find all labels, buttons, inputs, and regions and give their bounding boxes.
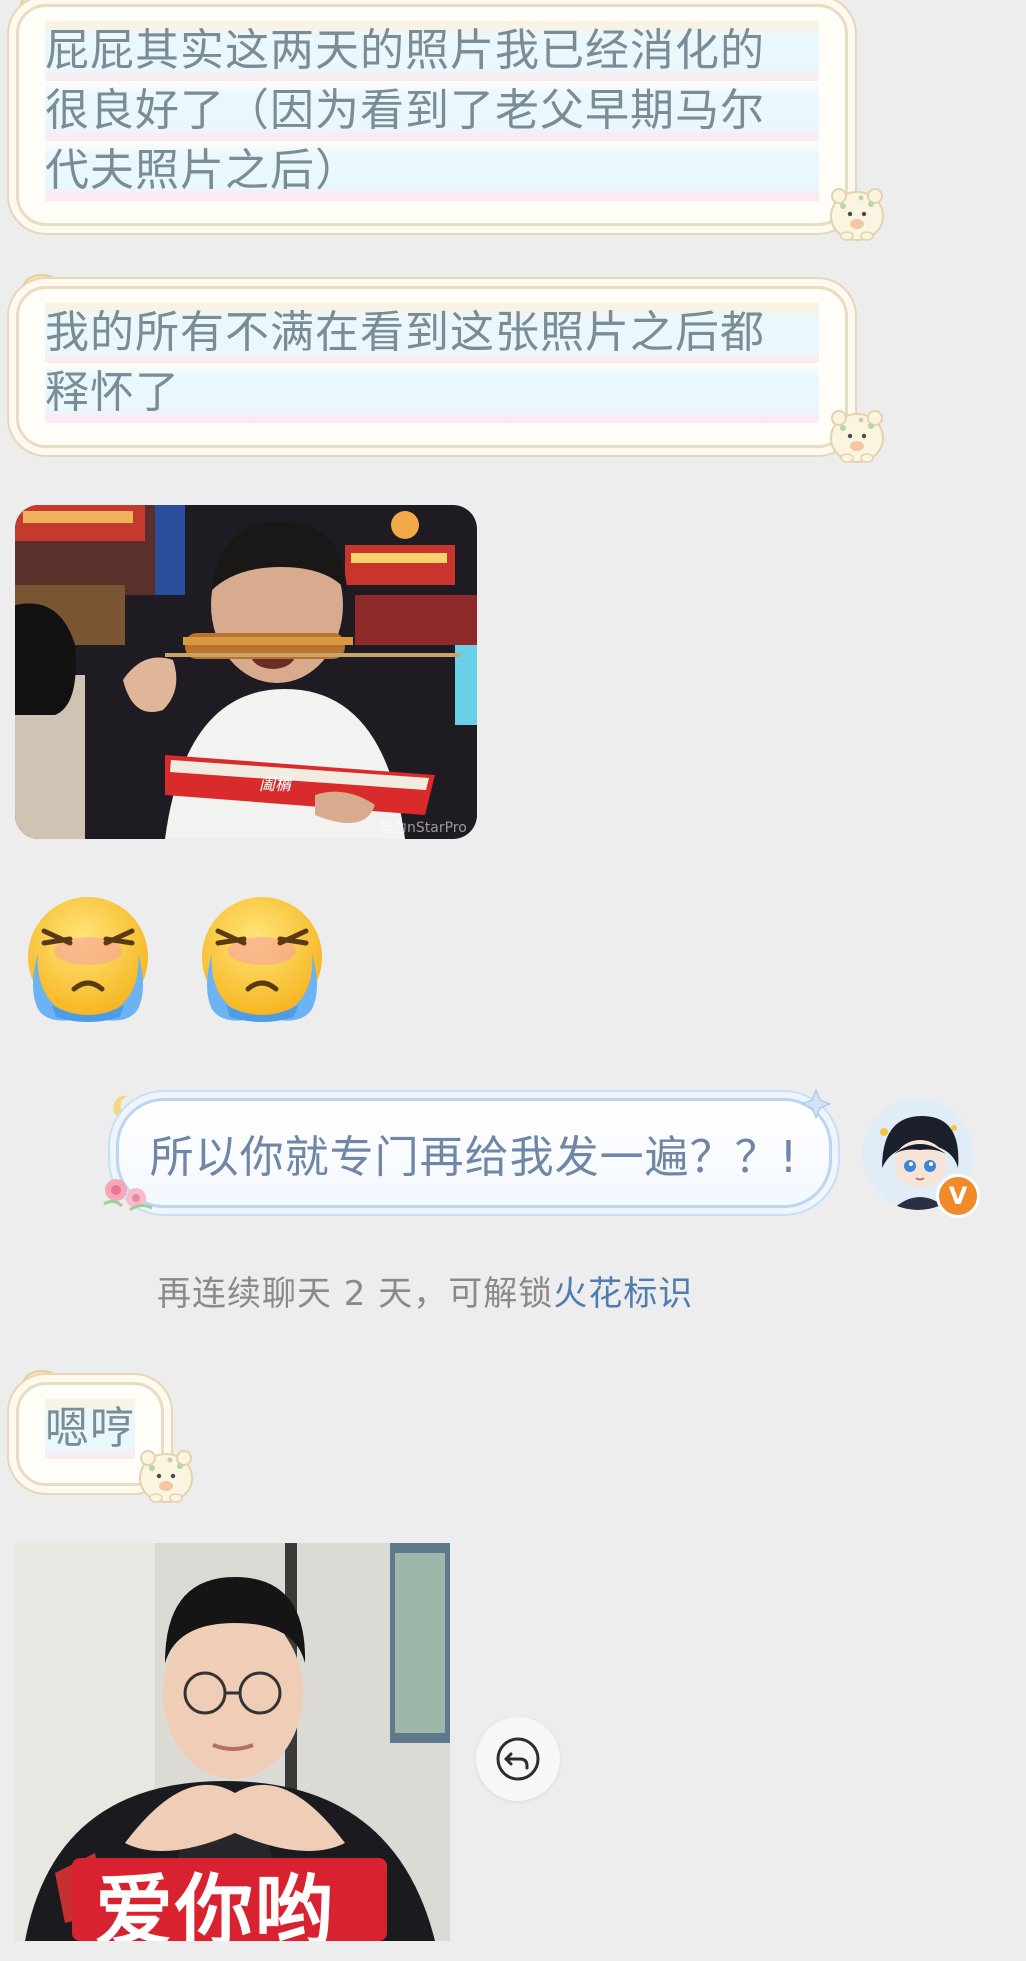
system-tip: 再连续聊天 2 天，可解锁火花标识: [157, 1266, 693, 1315]
reply-icon: [496, 1737, 540, 1781]
message-bubble-outgoing[interactable]: 所以你就专门再给我发一遍？？!: [116, 1098, 832, 1208]
message-text-line: 嗯哼: [45, 1399, 135, 1459]
message-text: 所以你就专门再给我发一遍？？!: [149, 1132, 799, 1183]
sticker-photo-message[interactable]: 爱你哟: [15, 1543, 450, 1941]
message-text-line: 很良好了（因为看到了老父早期马尔: [45, 81, 819, 141]
system-tip-text: 再连续聊天 2 天，可解锁: [157, 1274, 554, 1314]
hamster-icon: [139, 1450, 193, 1503]
message-text-line: 我的所有不满在看到这张照片之后都: [45, 303, 819, 363]
message-text-line: 代夫照片之后）: [45, 141, 819, 201]
photo-caption: 爱你哟: [95, 1867, 336, 1941]
sparkle-icon: [800, 1088, 832, 1120]
photo-bag-text: 阖榍: [259, 775, 292, 794]
reply-button[interactable]: [476, 1717, 560, 1801]
photo-watermark: 华为nStarPro: [379, 820, 467, 836]
night-market-photo: [15, 505, 477, 839]
message-bubble[interactable]: 屁屁其实这两天的照片我已经消化的 很良好了（因为看到了老父早期马尔 代夫照片之后…: [16, 4, 848, 226]
verified-badge-icon: V: [936, 1174, 980, 1218]
spark-badge-link[interactable]: 火花标识: [553, 1274, 693, 1314]
hamster-icon: [830, 188, 884, 241]
message-bubble[interactable]: 我的所有不满在看到这张照片之后都 释怀了: [16, 286, 848, 448]
message-text-line: 屁屁其实这两天的照片我已经消化的: [45, 21, 819, 81]
crying-emoji: [28, 897, 148, 1022]
hamster-icon: [830, 410, 884, 463]
message-text-line: 释怀了: [45, 363, 819, 423]
photo-message[interactable]: 华为nStarPro 阖榍: [15, 505, 477, 839]
crying-emoji: [202, 897, 322, 1022]
flower-icon: [103, 1179, 153, 1212]
